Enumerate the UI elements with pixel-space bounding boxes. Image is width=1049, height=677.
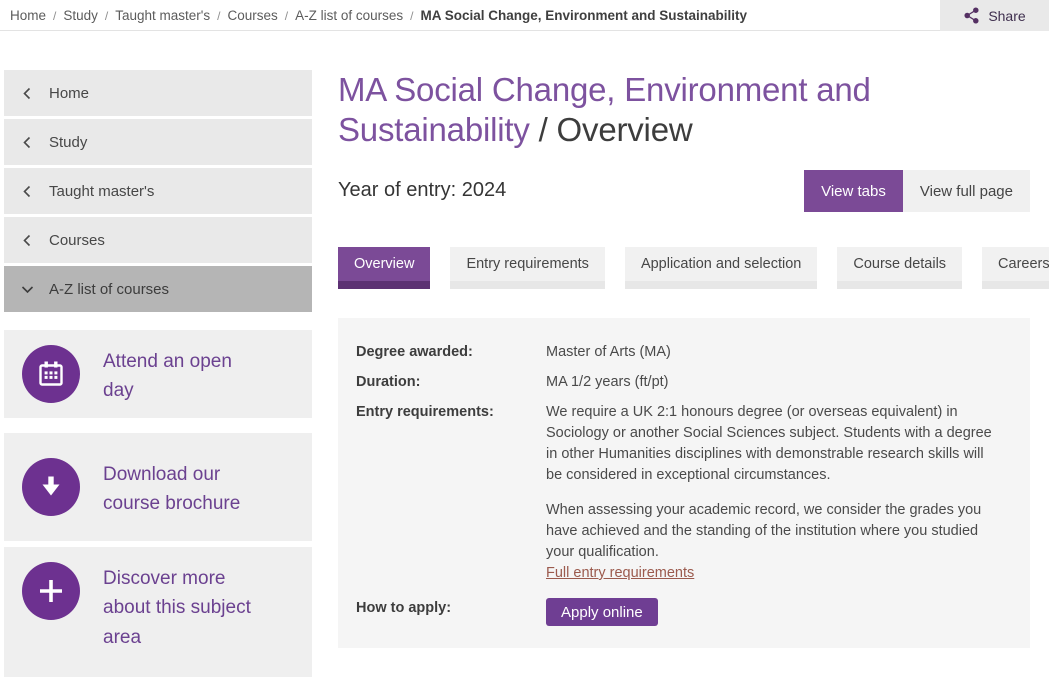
breadcrumb-separator: /	[285, 9, 288, 23]
tab-application-and-selection[interactable]: Application and selection	[625, 247, 817, 289]
page-title-section: Overview	[557, 111, 693, 148]
duration-row: Duration: MA 1/2 years (ft/pt)	[356, 372, 1012, 393]
view-full-page-button[interactable]: View full page	[903, 170, 1030, 212]
chevron-left-icon	[21, 87, 34, 100]
degree-awarded-value: Master of Arts (MA)	[546, 342, 992, 363]
promo-label: Attend an open day	[103, 345, 265, 406]
view-tabs-button[interactable]: View tabs	[804, 170, 903, 212]
sidebar-item-label: Study	[49, 134, 87, 151]
how-to-apply-row: How to apply: Apply online	[356, 598, 1012, 626]
sidebar-item-az-list-of-courses[interactable]: A-Z list of courses	[4, 266, 312, 312]
duration-value: MA 1/2 years (ft/pt)	[546, 372, 992, 393]
attend-open-day-link[interactable]: Attend an open day	[4, 330, 312, 418]
breadcrumb-separator: /	[105, 9, 108, 23]
course-tabs: Overview Entry requirements Application …	[338, 247, 1049, 289]
entry-requirements-value: We require a UK 2:1 honours degree (or o…	[546, 402, 992, 584]
year-of-entry-label: Year of entry: 2024	[338, 170, 506, 202]
breadcrumb-separator: /	[53, 9, 56, 23]
view-mode-toggle: View tabs View full page	[804, 170, 1030, 212]
chevron-left-icon	[21, 185, 34, 198]
discover-subject-area-link[interactable]: Discover more about this subject area	[4, 547, 312, 677]
duration-label: Duration:	[356, 372, 546, 393]
degree-awarded-row: Degree awarded: Master of Arts (MA)	[356, 342, 1012, 363]
tab-entry-requirements[interactable]: Entry requirements	[450, 247, 605, 289]
sidebar: Home Study Taught master's Courses A-Z l…	[4, 70, 312, 677]
plus-icon	[22, 562, 80, 620]
sidebar-item-study[interactable]: Study	[4, 119, 312, 165]
sidebar-spacer	[4, 315, 312, 330]
tab-overview[interactable]: Overview	[338, 247, 430, 289]
year-of-entry-row: Year of entry: 2024 View tabs View full …	[338, 170, 1030, 212]
chevron-left-icon	[21, 136, 34, 149]
breadcrumb-link-courses[interactable]: Courses	[227, 8, 277, 23]
course-facts-panel: Degree awarded: Master of Arts (MA) Dura…	[338, 318, 1030, 648]
full-entry-requirements-link[interactable]: Full entry requirements	[546, 563, 694, 584]
tab-course-details[interactable]: Course details	[837, 247, 962, 289]
breadcrumb-link-home[interactable]: Home	[10, 8, 46, 23]
breadcrumb-link-taught-masters[interactable]: Taught master's	[115, 8, 210, 23]
sidebar-item-label: Home	[49, 85, 89, 102]
chevron-down-icon	[21, 283, 34, 296]
entry-requirements-row: Entry requirements: We require a UK 2:1 …	[356, 402, 1012, 584]
sidebar-item-label: Taught master's	[49, 183, 154, 200]
how-to-apply-value: Apply online	[546, 598, 992, 626]
main-content: MA Social Change, Environment and Sustai…	[338, 0, 1030, 663]
sidebar-item-courses[interactable]: Courses	[4, 217, 312, 263]
promo-label: Discover more about this subject area	[103, 562, 265, 652]
apply-online-button[interactable]: Apply online	[546, 598, 658, 626]
tab-careers[interactable]: Careers	[982, 247, 1049, 289]
calendar-icon	[22, 345, 80, 403]
entry-requirements-paragraph: When assessing your academic record, we …	[546, 500, 992, 563]
breadcrumb-separator: /	[217, 9, 220, 23]
promo-label: Download our course brochure	[103, 458, 265, 519]
sidebar-item-label: A-Z list of courses	[49, 281, 169, 298]
entry-requirements-label: Entry requirements:	[356, 402, 546, 584]
sidebar-item-home[interactable]: Home	[4, 70, 312, 116]
degree-awarded-label: Degree awarded:	[356, 342, 546, 363]
sidebar-item-label: Courses	[49, 232, 105, 249]
sidebar-item-taught-masters[interactable]: Taught master's	[4, 168, 312, 214]
breadcrumb-link-study[interactable]: Study	[63, 8, 98, 23]
download-brochure-link[interactable]: Download our course brochure	[4, 433, 312, 541]
download-icon	[22, 458, 80, 516]
page-title: MA Social Change, Environment and Sustai…	[338, 70, 998, 150]
entry-requirements-paragraph: We require a UK 2:1 honours degree (or o…	[546, 402, 992, 486]
page-title-separator: /	[530, 111, 557, 148]
chevron-left-icon	[21, 234, 34, 247]
how-to-apply-label: How to apply:	[356, 598, 546, 626]
